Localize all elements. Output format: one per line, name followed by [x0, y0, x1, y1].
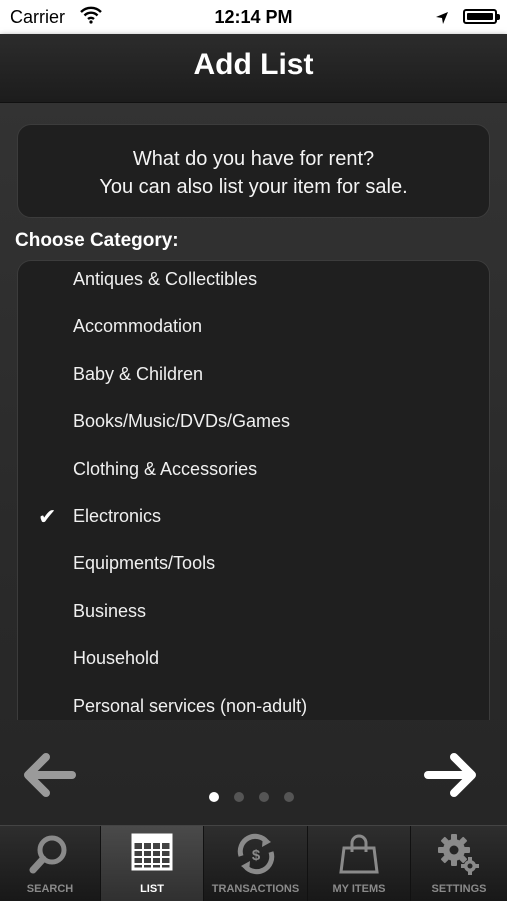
status-time: 12:14 PM — [214, 7, 293, 27]
gear-icon — [438, 834, 479, 875]
category-label: Personal services (non-adult) — [73, 695, 308, 716]
category-label: Electronics — [73, 506, 162, 526]
tab-label: SEARCH — [26, 883, 74, 895]
category-row[interactable]: Antiques & Collectibles — [18, 261, 489, 308]
checkmark-icon: ✔ — [38, 504, 57, 529]
category-label: Baby & Children — [73, 363, 204, 384]
main-content: What do you have for rent? You can also … — [0, 103, 507, 825]
category-row[interactable]: Business — [18, 593, 489, 640]
status-bar: Carrier 12:14 PM — [0, 0, 507, 34]
tab-settings[interactable]: SETTINGS — [411, 826, 507, 901]
page-dot — [259, 792, 269, 802]
category-label: Books/Music/DVDs/Games — [73, 411, 291, 432]
intro-line-1: What do you have for rent? — [132, 148, 375, 170]
tab-label: LIST — [140, 883, 164, 895]
battery-icon — [463, 9, 500, 24]
category-list[interactable]: Antiques & Collectibles Accommodation Baby… — [17, 260, 490, 720]
bag-icon — [339, 834, 379, 874]
category-row[interactable]: Accommodation — [18, 308, 489, 355]
tab-bar: SEARCH LIST $ TRANSACTIONS MY ITEMS SETT… — [0, 825, 507, 901]
tab-label: TRANSACTIONS — [211, 883, 300, 895]
category-label: Accommodation — [73, 316, 203, 337]
page-title: Add List — [193, 48, 314, 81]
tab-label: MY ITEMS — [332, 883, 386, 895]
category-label: Clothing & Accessories — [73, 458, 258, 479]
navigation-bar: Add List — [0, 34, 507, 103]
category-label: Antiques & Collectibles — [73, 269, 258, 289]
category-row[interactable]: Baby & Children — [18, 356, 489, 403]
location-arrow-icon — [435, 9, 449, 30]
page-dot — [209, 792, 219, 802]
choose-category-label: Choose Category: — [15, 230, 179, 251]
category-row[interactable]: Equipments/Tools — [18, 545, 489, 592]
tab-my-items[interactable]: MY ITEMS — [308, 826, 411, 901]
tab-label: SETTINGS — [431, 883, 487, 895]
category-row[interactable]: ✔ Electronics — [18, 498, 489, 545]
svg-text:$: $ — [251, 847, 260, 864]
search-icon — [29, 835, 67, 874]
category-row[interactable]: Personal services (non-adult) — [18, 688, 489, 720]
category-row[interactable]: Clothing & Accessories — [18, 451, 489, 498]
next-arrow-button[interactable] — [420, 751, 480, 799]
list-icon — [131, 833, 173, 871]
tab-search[interactable]: SEARCH — [0, 826, 101, 901]
category-row[interactable]: Books/Music/DVDs/Games — [18, 403, 489, 450]
arrow-right-icon — [424, 753, 476, 797]
transactions-icon: $ — [237, 833, 274, 875]
page-dot — [284, 792, 294, 802]
category-label: Equipments/Tools — [73, 553, 216, 574]
page-dot — [234, 792, 244, 802]
category-label: Business — [73, 600, 147, 621]
back-arrow-button[interactable] — [20, 751, 80, 799]
tab-list[interactable]: LIST — [101, 826, 204, 901]
intro-box: What do you have for rent? You can also … — [17, 124, 490, 218]
category-row[interactable]: Household — [18, 640, 489, 687]
category-label: Household — [73, 648, 160, 669]
intro-line-2: You can also list your item for sale. — [99, 176, 408, 198]
arrow-left-icon — [24, 753, 76, 797]
tab-transactions[interactable]: $ TRANSACTIONS — [204, 826, 308, 901]
